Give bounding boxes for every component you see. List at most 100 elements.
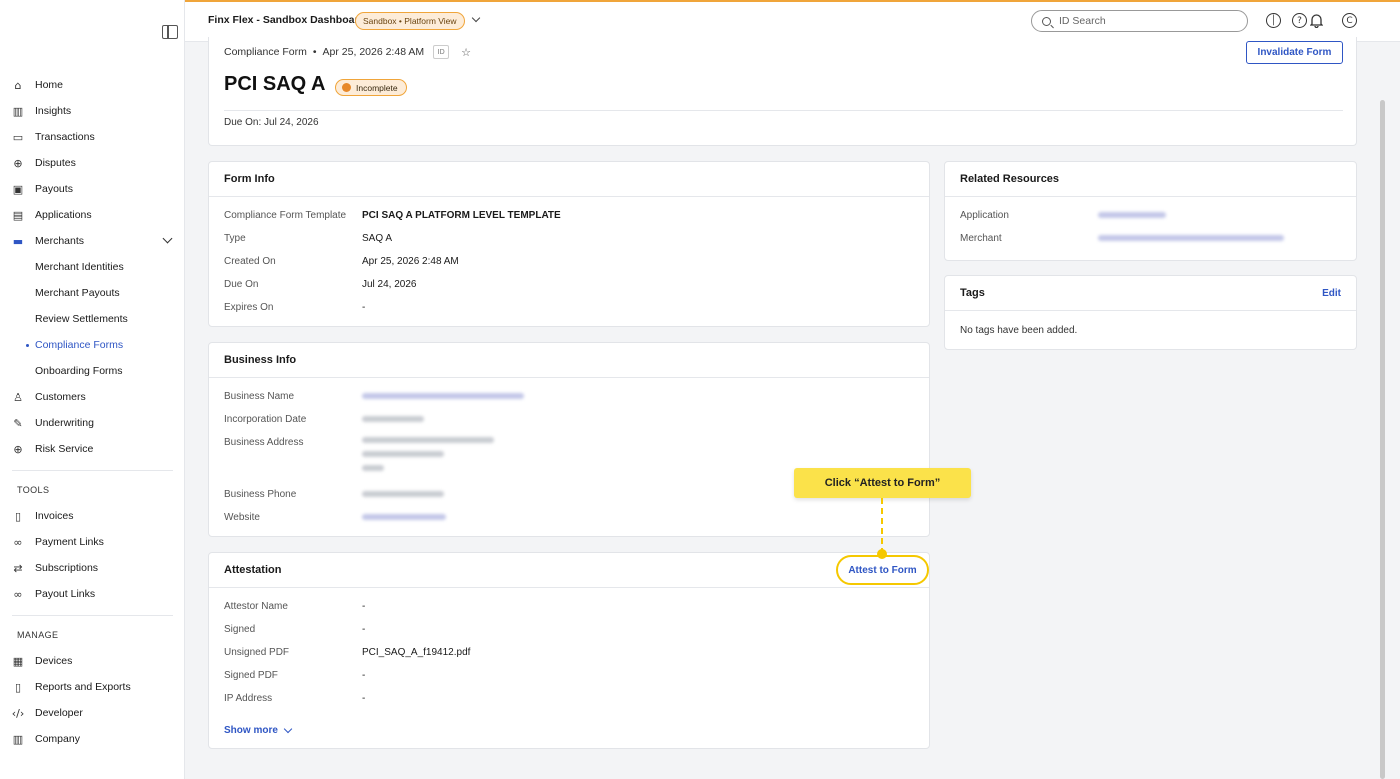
sidebar-item-label: Reports and Exports <box>35 681 131 693</box>
sidebar-item-compliance-forms[interactable]: Compliance Forms <box>0 332 185 358</box>
kv-value: - <box>362 624 366 635</box>
kv-value: Apr 25, 2026 2:48 AM <box>362 256 459 267</box>
merchant-icon: ▬ <box>12 234 24 248</box>
theme-icon[interactable]: │ <box>1266 13 1281 28</box>
unsigned-pdf-link[interactable]: PCI_SAQ_A_f19412.pdf <box>362 647 470 658</box>
help-icon[interactable]: ? <box>1292 13 1307 28</box>
sidebar-item-invoices[interactable]: ▯ Invoices <box>0 503 185 529</box>
sidebar-item-label: Invoices <box>35 510 74 522</box>
refresh-icon: ⇄ <box>13 561 23 575</box>
bell-icon[interactable] <box>1310 13 1323 28</box>
sidebar-item-subscriptions[interactable]: ⇄ Subscriptions <box>0 555 185 581</box>
tools-section-label: TOOLS <box>17 485 50 495</box>
copy-id-button[interactable]: ID <box>433 45 450 59</box>
kv-value: - <box>362 302 366 313</box>
page-title: PCI SAQ A <box>224 73 326 95</box>
payout-link-icon: ∞ <box>13 587 23 601</box>
application-link[interactable] <box>1098 210 1166 221</box>
sidebar-item-label: Developer <box>35 707 83 719</box>
kv-row: Created On Apr 25, 2026 2:48 AM <box>209 250 929 273</box>
sidebar-item-merchant-identities[interactable]: Merchant Identities <box>0 254 185 280</box>
tags-empty-text: No tags have been added. <box>960 325 1078 336</box>
sidebar-item-label: Applications <box>35 209 92 221</box>
chart-icon: ▥ <box>12 104 24 118</box>
pin-icon[interactable]: ☆ <box>461 46 471 59</box>
sidebar-item-payout-links[interactable]: ∞ Payout Links <box>0 581 185 607</box>
sidebar-item-merchants[interactable]: ▬ Merchants <box>0 228 185 254</box>
sidebar-item-reports[interactable]: ▯ Reports and Exports <box>0 674 185 700</box>
sidebar-item-label: Company <box>35 733 80 745</box>
kv-row: IP Address - <box>209 687 929 710</box>
kv-row: Business Name <box>209 385 929 408</box>
sidebar-collapse-icon[interactable] <box>162 25 178 39</box>
sidebar-item-home[interactable]: ⌂ Home <box>0 72 185 98</box>
breadcrumb-label: Compliance Form <box>224 46 307 58</box>
invoice-icon: ▯ <box>14 509 22 523</box>
kv-value: - <box>362 693 366 704</box>
sidebar-item-label: Transactions <box>35 131 95 143</box>
sidebar-item-label: Onboarding Forms <box>35 365 123 377</box>
guide-connector <box>881 498 883 554</box>
underwriting-icon: ✎ <box>13 416 23 430</box>
kv-value: SAQ A <box>362 233 393 244</box>
sidebar: ⌂ Home ▥ Insights ▭ Transactions ⊕ Disputes … <box>0 0 185 779</box>
sidebar-item-label: Merchant Identities <box>35 261 124 273</box>
page-scrollbar[interactable] <box>1380 100 1385 779</box>
sidebar-item-payment-links[interactable]: ∞ Payment Links <box>0 529 185 555</box>
sidebar-item-payouts[interactable]: ▣ Payouts <box>0 176 185 202</box>
sidebar-item-onboarding-forms[interactable]: Onboarding Forms <box>0 358 185 384</box>
template-link[interactable]: PCI SAQ A PLATFORM LEVEL TEMPLATE <box>362 210 561 221</box>
kv-label: Created On <box>224 256 276 267</box>
breadcrumb: Compliance Form • Apr 25, 2026 2:48 AM I… <box>224 45 471 59</box>
show-more-label: Show more <box>224 725 278 736</box>
chevron-down-icon[interactable] <box>471 13 481 23</box>
sidebar-item-label: Underwriting <box>35 417 94 429</box>
sidebar-item-customers[interactable]: ♙ Customers <box>0 384 185 410</box>
attest-to-form-button[interactable]: Attest to Form <box>836 555 929 585</box>
chevron-down-icon <box>162 233 173 244</box>
kv-label: Compliance Form Template <box>224 210 347 221</box>
show-more-button[interactable]: Show more <box>224 724 293 736</box>
website-link[interactable] <box>362 512 446 523</box>
tags-header: Tags <box>945 276 1356 311</box>
user-icon: ♙ <box>13 390 23 404</box>
kv-label: Business Name <box>224 391 295 402</box>
kv-row: Due On Jul 24, 2026 <box>209 273 929 296</box>
guide-dot <box>877 549 887 559</box>
id-search[interactable] <box>1031 10 1248 32</box>
sidebar-item-risk-service[interactable]: ⊕ Risk Service <box>0 436 185 462</box>
sidebar-item-review-settlements[interactable]: Review Settlements <box>0 306 185 332</box>
business-name-link[interactable] <box>362 391 524 402</box>
home-icon: ⌂ <box>14 78 22 92</box>
form-info-card: Form Info Compliance Form Template PCI SA… <box>208 161 930 327</box>
list-icon: ▤ <box>12 208 24 222</box>
card-icon: ▭ <box>12 130 24 144</box>
sidebar-item-label: Compliance Forms <box>35 339 124 351</box>
breadcrumb-separator: • <box>312 46 317 58</box>
business-info-card: Business Info Business Name Incorporatio… <box>208 342 930 537</box>
sidebar-item-insights[interactable]: ▥ Insights <box>0 98 185 124</box>
kv-row: Unsigned PDF PCI_SAQ_A_f19412.pdf <box>209 641 929 664</box>
sidebar-item-devices[interactable]: ▦ Devices <box>0 648 185 674</box>
account-icon[interactable]: C <box>1342 13 1357 28</box>
sidebar-item-developer[interactable]: ‹/› Developer <box>0 700 185 726</box>
edit-tags-button[interactable]: Edit <box>1322 288 1341 299</box>
sidebar-item-merchant-payouts[interactable]: Merchant Payouts <box>0 280 185 306</box>
search-input[interactable] <box>1059 15 1229 27</box>
form-info-title: Form Info <box>209 162 929 197</box>
risk-icon: ⊕ <box>13 442 23 456</box>
sidebar-item-applications[interactable]: ▤ Applications <box>0 202 185 228</box>
sidebar-item-label: Insights <box>35 105 72 117</box>
invalidate-form-button[interactable]: Invalidate Form <box>1246 41 1343 64</box>
sidebar-nav: ⌂ Home ▥ Insights ▭ Transactions ⊕ Disputes … <box>0 72 185 752</box>
environment-pill[interactable]: Sandbox • Platform View <box>355 12 465 30</box>
building-icon: ▥ <box>12 732 24 746</box>
attestation-card: Attestation Attest to Form Attestor Name… <box>208 552 930 749</box>
sidebar-item-disputes[interactable]: ⊕ Disputes <box>0 150 185 176</box>
merchant-link[interactable] <box>1098 233 1284 244</box>
sidebar-item-underwriting[interactable]: ✎ Underwriting <box>0 410 185 436</box>
header-divider <box>224 110 1343 111</box>
sidebar-item-company[interactable]: ▥ Company <box>0 726 185 752</box>
sidebar-item-transactions[interactable]: ▭ Transactions <box>0 124 185 150</box>
kv-label: Application <box>960 210 1009 221</box>
